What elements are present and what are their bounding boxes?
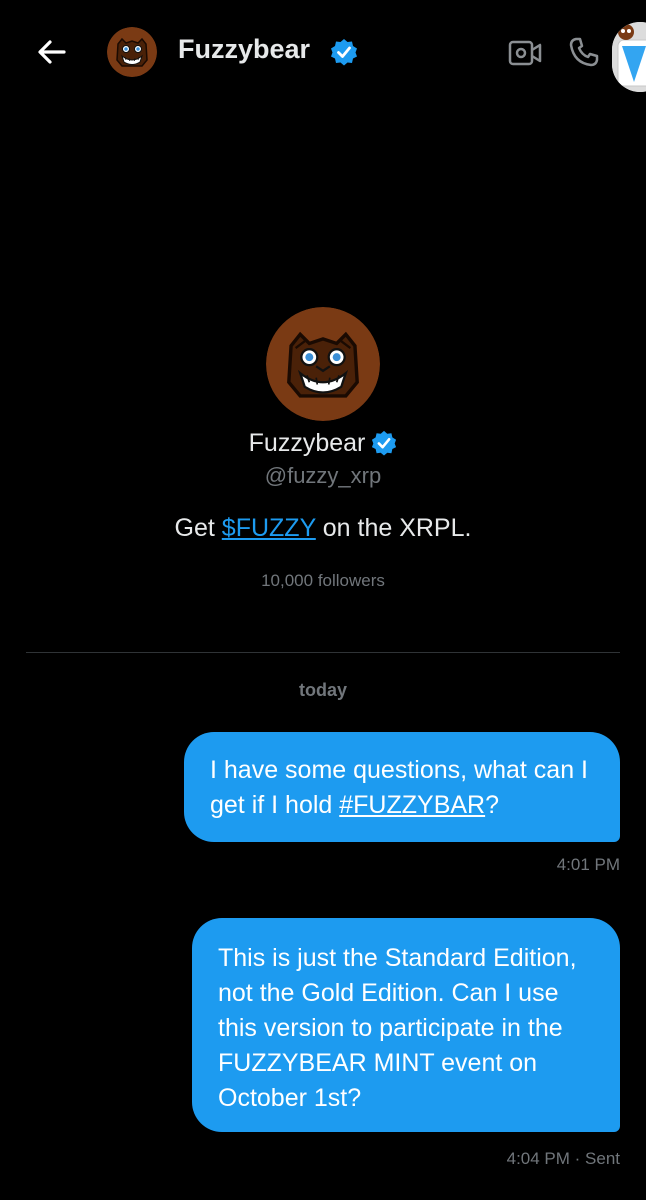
message-bubble[interactable]: This is just the Standard Edition, not t… <box>192 918 620 1132</box>
message-timestamp: 4:01 PM <box>556 855 620 874</box>
verified-badge-icon <box>331 39 357 66</box>
header-name[interactable]: Fuzzybear <box>178 34 310 65</box>
profile-name-row: Fuzzybear <box>0 428 646 458</box>
header-avatar[interactable] <box>107 27 157 77</box>
bio-suffix: on the XRPL. <box>315 514 472 542</box>
message-bubble[interactable]: I have some questions, what can I get if… <box>184 732 620 842</box>
message-text-suffix: ? <box>485 791 500 819</box>
message-text: This is just the Standard Edition, not t… <box>218 944 577 1112</box>
profile-name[interactable]: Fuzzybear <box>249 429 366 457</box>
divider <box>26 652 620 653</box>
phone-icon[interactable] <box>568 36 600 68</box>
conversation-header: Fuzzybear <box>0 0 646 104</box>
video-call-icon[interactable] <box>508 38 542 68</box>
hashtag-link[interactable]: #FUZZYBAR <box>339 791 485 819</box>
profile-avatar[interactable] <box>266 307 380 421</box>
bio-prefix: Get <box>174 514 222 542</box>
back-arrow-icon[interactable] <box>34 34 70 70</box>
message-timestamp: 4:04 PM · Sent <box>506 1149 620 1168</box>
fuzzybear-thumbnail-icon <box>612 22 646 92</box>
date-separator: today <box>298 680 347 700</box>
profile-handle[interactable]: @fuzzy_xrp <box>0 463 646 489</box>
cashtag-link[interactable]: $FUZZY <box>222 514 316 542</box>
verified-badge-icon <box>372 431 397 456</box>
overlay-thumbnail[interactable] <box>612 22 646 92</box>
fuzzybear-logo-icon <box>107 27 157 77</box>
profile-bio: Get $FUZZY on the XRPL. <box>0 514 646 543</box>
fuzzybear-logo-icon <box>266 307 380 421</box>
follower-count: 10,000 followers <box>261 571 385 590</box>
